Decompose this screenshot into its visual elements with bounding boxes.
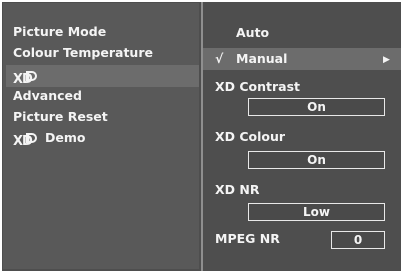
menu-item-picture-mode[interactable]: Picture Mode: [13, 22, 106, 42]
xd-contrast-label: XD Contrast: [215, 79, 301, 94]
xd-demo-label: Demo: [45, 130, 86, 145]
xd-colour-label: XD Colour: [215, 129, 286, 144]
menu-item-xd[interactable]: XD: [6, 65, 199, 87]
xd-contrast-value[interactable]: On: [248, 98, 385, 116]
check-mark-icon: √: [215, 51, 224, 66]
menu-item-picture-reset[interactable]: Picture Reset: [13, 107, 108, 127]
picture-menu-panel: Picture Mode Colour Temperature XD Advan…: [3, 3, 199, 269]
xd-nr-value[interactable]: Low: [248, 203, 385, 221]
mpeg-nr-label: MPEG NR: [215, 231, 280, 246]
xd-logo-icon: XD: [13, 70, 39, 87]
xd-colour-value[interactable]: On: [248, 151, 385, 169]
submenu-arrow-icon: ▶: [383, 55, 390, 65]
menu-item-colour-temperature[interactable]: Colour Temperature: [13, 43, 153, 63]
option-manual-label: Manual: [236, 51, 288, 66]
xd-nr-label: XD NR: [215, 182, 260, 197]
mpeg-nr-value[interactable]: 0: [331, 231, 385, 249]
xd-settings-panel: Auto √ Manual ▶ XD Contrast On XD Colour…: [203, 2, 401, 271]
option-auto[interactable]: Auto: [236, 24, 269, 42]
menu-item-xd-demo[interactable]: XD Demo: [13, 128, 86, 149]
xd-logo-icon: XD: [13, 132, 39, 149]
menu-item-advanced[interactable]: Advanced: [13, 86, 82, 106]
option-manual[interactable]: √ Manual ▶: [203, 48, 401, 70]
